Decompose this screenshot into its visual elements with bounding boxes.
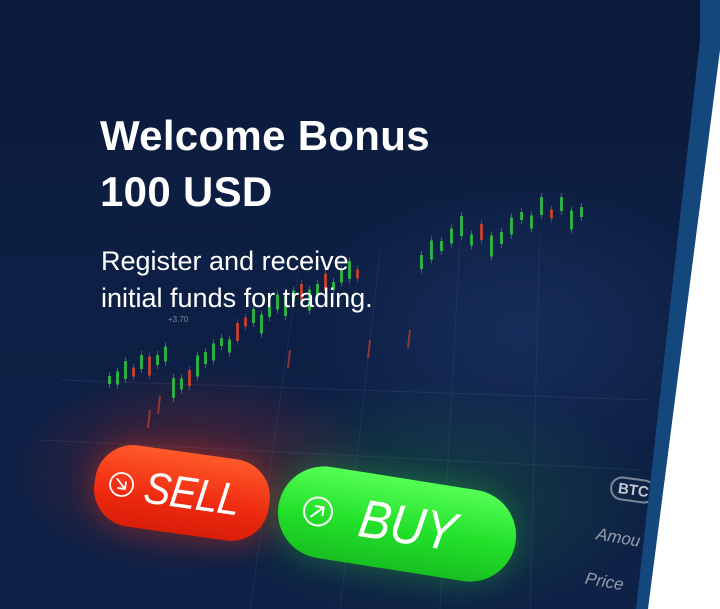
candle-body <box>236 323 239 341</box>
headline-line1: Welcome Bonus <box>100 112 430 159</box>
subtext-line2: initial funds for trading. <box>101 283 373 313</box>
subtext: Register and receive initial funds for t… <box>101 243 373 317</box>
buy-button-label: BUY <box>354 488 461 563</box>
candle-body <box>500 232 503 244</box>
arrow-up-right-circle-icon <box>302 496 333 527</box>
candle-body <box>156 355 159 365</box>
promo-banner: +3.70 Welcome Bonus 100 USD Register and… <box>0 0 700 609</box>
candle-body <box>510 217 513 235</box>
candle-body <box>480 224 483 240</box>
candle-body <box>148 356 151 376</box>
candle-body <box>440 241 443 251</box>
candle-body <box>580 207 583 217</box>
candle-body <box>196 355 199 377</box>
candle-body <box>430 240 433 260</box>
candle-body <box>180 378 183 390</box>
candle-body <box>212 343 215 361</box>
headline-line2: 100 USD <box>100 168 273 215</box>
candle-spike <box>287 349 291 369</box>
candle-spike <box>157 395 161 415</box>
candle-body <box>188 370 191 386</box>
candle-body <box>450 228 453 244</box>
candle-body <box>172 378 175 398</box>
candle-body <box>530 215 533 229</box>
candle-body <box>244 317 247 327</box>
candle-body <box>228 339 231 353</box>
candle-body <box>520 212 523 220</box>
candle-body <box>550 209 553 219</box>
sell-button-label: SELL <box>141 462 243 525</box>
candle-spike <box>367 339 371 359</box>
candle-body <box>570 210 573 230</box>
candle-body <box>460 216 463 236</box>
candle-body <box>108 376 111 384</box>
candle-body <box>124 361 127 379</box>
candle-body <box>140 355 143 369</box>
candle-body <box>204 352 207 364</box>
candle-body <box>560 197 563 211</box>
subtext-line1: Register and receive <box>101 246 349 276</box>
candle-body <box>132 367 135 377</box>
candle-body <box>490 235 493 257</box>
candle-spike <box>147 409 151 429</box>
candle-body <box>420 255 423 269</box>
arrow-down-right-circle-icon <box>109 472 134 497</box>
candle-body <box>116 371 119 385</box>
candle-body <box>540 197 543 215</box>
candle-body <box>164 346 167 362</box>
candle-spike <box>407 329 411 349</box>
candle-body <box>470 234 473 246</box>
candle-body <box>260 314 263 334</box>
headline: Welcome Bonus 100 USD <box>100 108 430 220</box>
candle-body <box>220 338 223 346</box>
